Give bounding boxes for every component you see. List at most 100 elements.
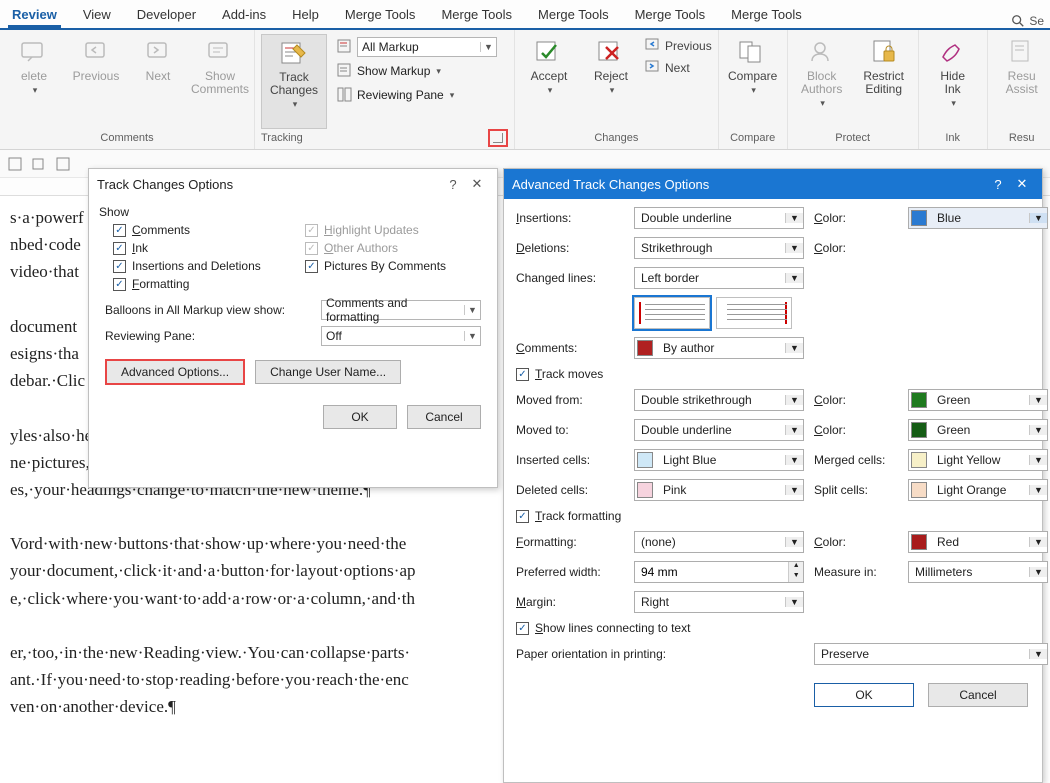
help-button[interactable]: ? — [986, 177, 1010, 192]
reviewing-pane-button[interactable]: Reviewing Pane ▾ — [337, 84, 497, 106]
measure-in-label: Measure in: — [814, 565, 898, 579]
qat-item-1[interactable] — [6, 155, 24, 173]
tab-view[interactable]: View — [79, 2, 115, 28]
next-change-button[interactable]: Next — [645, 58, 712, 78]
inserted-cells-swatch — [637, 452, 653, 468]
show-section-label: Show — [89, 199, 497, 223]
tab-merge-5[interactable]: Merge Tools — [727, 2, 806, 28]
checkbox-formatting[interactable]: ✓Formatting — [113, 277, 289, 291]
deleted-cells-swatch — [637, 482, 653, 498]
moved-to-color-combo[interactable]: Green▼ — [908, 419, 1048, 441]
balloons-label: Balloons in All Markup view show: — [105, 303, 315, 317]
chevron-down-icon: ▼ — [1029, 455, 1047, 465]
moved-to-value: Double underline — [635, 423, 785, 437]
cancel-button[interactable]: Cancel — [928, 683, 1028, 707]
measure-in-combo[interactable]: Millimeters▼ — [908, 561, 1048, 583]
all-markup-combo[interactable]: All Markup ▼ — [357, 37, 497, 57]
tab-merge-1[interactable]: Merge Tools — [341, 2, 420, 28]
split-cells-value: Light Orange — [931, 483, 1029, 497]
spinner-up-icon[interactable]: ▲ — [788, 562, 803, 572]
track-changes-options-dialog: Track Changes Options ? ✕ Show ✓Comments… — [88, 168, 498, 488]
paper-orientation-combo[interactable]: Preserve▼ — [814, 643, 1048, 665]
change-user-name-button[interactable]: Change User Name... — [255, 360, 401, 384]
checkbox-pictures-by-comments[interactable]: ✓Pictures By Comments — [305, 259, 481, 273]
insertions-label: Insertions: — [516, 211, 624, 225]
hide-ink-button[interactable]: Hide Ink ▾ — [925, 34, 981, 129]
advanced-options-button[interactable]: Advanced Options... — [105, 359, 245, 385]
close-button[interactable]: ✕ — [1010, 176, 1034, 192]
checkbox-formatting-label: Formatting — [132, 277, 189, 291]
insertions-combo[interactable]: Double underline▼ — [634, 207, 804, 229]
checkbox-track-moves[interactable]: ✓Track moves — [516, 367, 1048, 381]
moved-from-combo[interactable]: Double strikethrough▼ — [634, 389, 804, 411]
compare-button[interactable]: Compare ▾ — [725, 34, 781, 129]
reject-button[interactable]: Reject ▾ — [583, 34, 639, 129]
tab-addins[interactable]: Add-ins — [218, 2, 270, 28]
restrict-editing-label: Restrict Editing — [863, 70, 904, 96]
next-change-icon — [645, 60, 661, 76]
checkbox-insertions-deletions[interactable]: ✓Insertions and Deletions — [113, 259, 289, 273]
preferred-width-input[interactable] — [635, 565, 788, 579]
changed-lines-preview-right[interactable] — [716, 297, 792, 329]
qat-item-2[interactable] — [30, 155, 48, 173]
ribbon-search[interactable]: Se — [1011, 14, 1050, 28]
search-icon — [1011, 14, 1025, 28]
moved-to-combo[interactable]: Double underline▼ — [634, 419, 804, 441]
insertions-color-combo[interactable]: Blue▼ — [908, 207, 1048, 229]
track-moves-label: Track moves — [535, 367, 603, 381]
show-markup-button[interactable]: Show Markup ▾ — [337, 60, 497, 82]
deletions-combo[interactable]: Strikethrough▼ — [634, 237, 804, 259]
ribbon-group-changes: Accept ▾ Reject ▾ Previous Next Changes — [515, 30, 719, 149]
close-button[interactable]: ✕ — [465, 176, 489, 192]
formatting-color-combo[interactable]: Red▼ — [908, 531, 1048, 553]
changed-lines-preview-left[interactable] — [634, 297, 710, 329]
tab-merge-4[interactable]: Merge Tools — [631, 2, 710, 28]
merged-cells-combo[interactable]: Light Yellow▼ — [908, 449, 1048, 471]
pane-combo[interactable]: Off ▼ — [321, 326, 481, 346]
tab-review[interactable]: Review — [8, 2, 61, 28]
chevron-down-icon: ▼ — [480, 42, 496, 52]
show-comments-button[interactable]: Show Comments — [192, 34, 248, 129]
ok-button[interactable]: OK — [814, 683, 914, 707]
balloons-combo[interactable]: Comments and formatting ▼ — [321, 300, 481, 320]
track-changes-button[interactable]: Track Changes ▾ — [261, 34, 327, 129]
split-cells-combo[interactable]: Light Orange▼ — [908, 479, 1048, 501]
tab-merge-2[interactable]: Merge Tools — [437, 2, 516, 28]
tracking-dialog-launcher[interactable] — [488, 129, 508, 147]
moved-from-color-swatch — [911, 392, 927, 408]
dropdown-caret-icon: ▾ — [820, 98, 825, 109]
checkbox-show-lines[interactable]: ✓Show lines connecting to text — [516, 621, 1048, 635]
checkbox-track-formatting[interactable]: ✓Track formatting — [516, 509, 1048, 523]
dropdown-caret-icon: ▾ — [293, 99, 298, 110]
previous-comment-button[interactable]: Previous — [68, 34, 124, 129]
spinner-down-icon[interactable]: ▼ — [788, 572, 803, 582]
restrict-editing-button[interactable]: Restrict Editing — [856, 34, 912, 129]
next-comment-button[interactable]: Next — [130, 34, 186, 129]
inserted-cells-combo[interactable]: Light Blue▼ — [634, 449, 804, 471]
accept-button[interactable]: Accept ▾ — [521, 34, 577, 129]
block-authors-button[interactable]: Block Authors ▾ — [794, 34, 850, 129]
resume-assist-button[interactable]: Resu Assist — [994, 34, 1050, 129]
delete-comment-button[interactable]: elete ▾ — [6, 34, 62, 129]
search-text: Se — [1029, 14, 1044, 28]
changed-lines-combo[interactable]: Left border▼ — [634, 267, 804, 289]
help-button[interactable]: ? — [441, 177, 465, 192]
preferred-width-spinner[interactable]: ▲▼ — [634, 561, 804, 583]
tab-merge-3[interactable]: Merge Tools — [534, 2, 613, 28]
cancel-button[interactable]: Cancel — [407, 405, 481, 429]
margin-combo[interactable]: Right▼ — [634, 591, 804, 613]
chevron-down-icon: ▼ — [1029, 567, 1047, 577]
formatting-combo[interactable]: (none)▼ — [634, 531, 804, 553]
checkbox-comments[interactable]: ✓Comments — [113, 223, 289, 237]
ok-button[interactable]: OK — [323, 405, 397, 429]
tab-help[interactable]: Help — [288, 2, 323, 28]
show-lines-label: Show lines connecting to text — [535, 621, 690, 635]
deleted-cells-combo[interactable]: Pink▼ — [634, 479, 804, 501]
qat-item-3[interactable] — [54, 155, 72, 173]
checkbox-ink[interactable]: ✓Ink — [113, 241, 289, 255]
comments-color-combo[interactable]: By author▼ — [634, 337, 804, 359]
previous-change-button[interactable]: Previous — [645, 36, 712, 56]
tab-developer[interactable]: Developer — [133, 2, 200, 28]
moved-from-color-combo[interactable]: Green▼ — [908, 389, 1048, 411]
changed-lines-preview — [634, 297, 1048, 329]
